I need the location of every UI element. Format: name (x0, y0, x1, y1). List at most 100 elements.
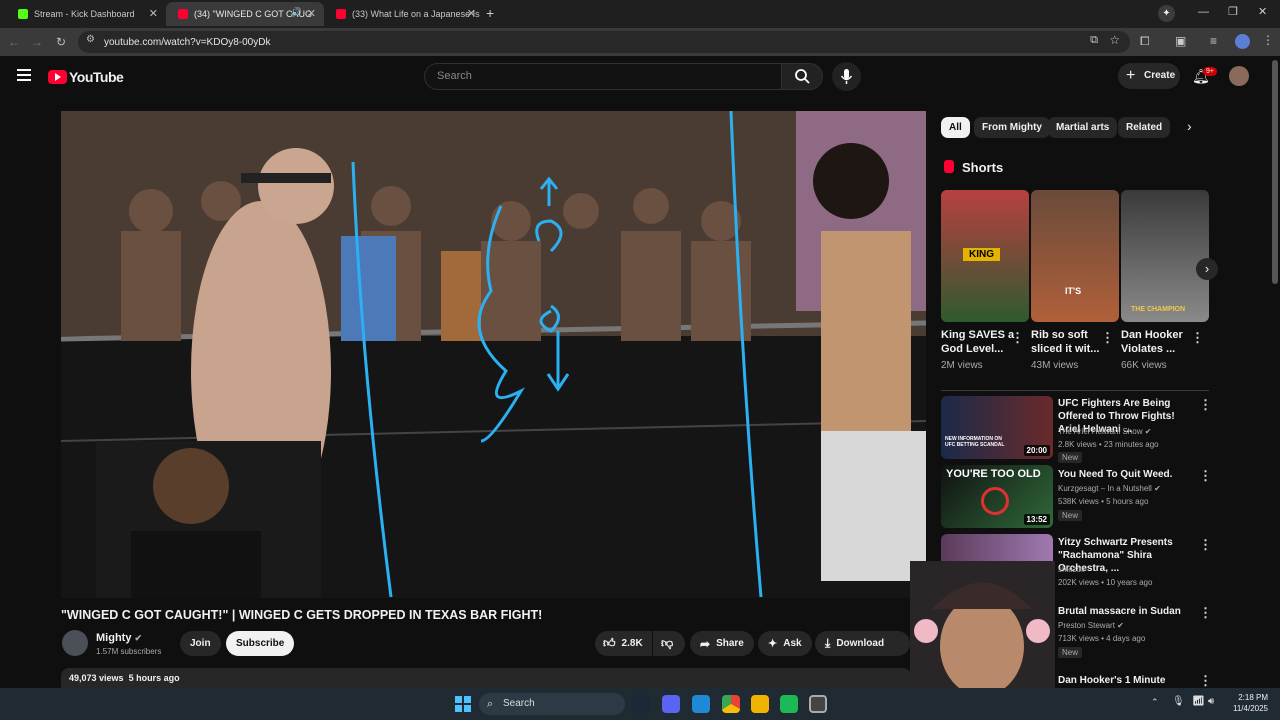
share-icon: ➦ (700, 636, 711, 651)
install-icon[interactable]: ⧉ (1090, 34, 1098, 47)
new-badge: New (1058, 647, 1083, 658)
thumbnail-text: YOU'RE TOO OLD (946, 468, 1041, 480)
subscribe-button[interactable]: Subscribe (226, 631, 295, 656)
restore-icon[interactable]: ❐ (1228, 5, 1238, 18)
thumbs-down-icon: 👎︎ (661, 636, 674, 650)
youtube-page: YouTube Search + Create 🔔︎ 9+ "WINGED C … (0, 56, 1280, 699)
search-icon: ⌕ (487, 698, 494, 710)
chip-related[interactable]: Related (1118, 117, 1171, 138)
chip-from-mighty[interactable]: From Mighty (974, 117, 1050, 138)
back-icon[interactable]: ← (5, 33, 23, 51)
video-thumbnail[interactable]: NEW INFORMATION ON UFC BETTING SCANDAL 2… (941, 396, 1053, 459)
video-frame (61, 111, 926, 598)
video-thumbnail[interactable]: YOU'RE TOO OLD 13:52 (941, 465, 1053, 528)
media-icon[interactable]: ▣ (1175, 34, 1186, 48)
verified-icon: ✔ (1144, 427, 1152, 436)
audio-playing-icon[interactable]: 🔊 (291, 7, 302, 18)
channel-name[interactable]: Kurzgesagt – In a Nutshell ✔ (1058, 484, 1161, 493)
more-options-icon[interactable]: ⋮ (1199, 605, 1212, 621)
video-title-link[interactable]: You Need To Quit Weed. (1058, 468, 1198, 481)
hamburger-icon[interactable] (17, 69, 31, 81)
chip-all[interactable]: All (941, 117, 970, 138)
short-title[interactable]: Dan Hooker Violates ... (1121, 328, 1196, 356)
file-explorer-icon[interactable] (751, 695, 769, 713)
site-info-icon[interactable]: ⚙ (86, 34, 95, 45)
kick-favicon-icon (18, 9, 28, 19)
channel-name[interactable]: Mighty ✔ (96, 632, 142, 644)
chrome-icon[interactable] (722, 695, 740, 713)
like-button[interactable]: 👍︎ 2.8K (595, 631, 652, 656)
description-box[interactable]: 49,073 views 5 hours ago (61, 668, 911, 688)
short-thumbnail[interactable]: IT'S (1031, 190, 1119, 322)
short-title[interactable]: King SAVES a God Level... (941, 328, 1016, 356)
short-thumbnail[interactable]: THE CHAMPION (1121, 190, 1209, 322)
mic-icon[interactable]: 🎙︎ (1172, 696, 1185, 707)
download-button[interactable]: ⤓ Download (815, 631, 910, 656)
minimize-icon[interactable]: — (1198, 6, 1209, 18)
close-tab-icon[interactable]: ✕ (307, 7, 316, 20)
sparkle-icon: ✦ (768, 638, 778, 650)
short-thumbnail[interactable]: KING (941, 190, 1029, 322)
join-button[interactable]: Join (180, 631, 221, 656)
channel-name-text: Preston Stewart (1058, 621, 1115, 630)
extensions-icon[interactable]: ⧠ (1140, 34, 1150, 49)
new-tab-icon[interactable]: + (486, 5, 494, 21)
more-options-icon[interactable]: ⋮ (1199, 397, 1212, 413)
chevron-up-icon[interactable]: ⌃ (1151, 697, 1159, 708)
tab-kick-dashboard[interactable]: Stream - Kick Dashboard ✕ (6, 2, 166, 26)
more-options-icon[interactable]: ⋮ (1101, 330, 1114, 346)
volume-icon[interactable]: 🔊︎ (1208, 696, 1214, 707)
tab-title: (33) What Life on a Japanese Is (352, 9, 480, 19)
more-options-icon[interactable]: ⋮ (1191, 330, 1204, 346)
short-views: 66K views (1121, 360, 1167, 371)
video-meta: 2.8K views • 23 minutes ago (1058, 440, 1159, 449)
profile-avatar[interactable] (1235, 34, 1250, 49)
tab-search-icon[interactable]: ≡ (1210, 34, 1217, 48)
browser-menu-icon[interactable]: ⋮ (1262, 33, 1274, 47)
close-tab-icon[interactable]: ✕ (467, 7, 476, 20)
app-icon[interactable] (809, 695, 827, 713)
steam-icon[interactable] (632, 695, 650, 713)
more-options-icon[interactable]: ⋮ (1011, 330, 1024, 346)
channel-name[interactable]: The Ariel Helwani Show ✔ (1058, 427, 1151, 436)
wifi-icon[interactable]: 📶︎ (1192, 696, 1205, 707)
sparkle-icon[interactable]: ✦ (1158, 5, 1175, 22)
voice-search-button[interactable] (832, 62, 861, 91)
avatar[interactable] (1229, 66, 1249, 86)
spotify-icon[interactable] (780, 695, 798, 713)
url-field[interactable]: ⚙ youtube.com/watch?v=KDOy8-00yDk ⧉ ☆ (78, 31, 1130, 53)
short-views: 43M views (1031, 360, 1079, 371)
close-tab-icon[interactable]: ✕ (149, 7, 158, 20)
reload-icon[interactable]: ↻ (52, 33, 70, 51)
short-title[interactable]: Rib so soft sliced it wit... (1031, 328, 1106, 356)
channel-avatar[interactable] (62, 630, 88, 656)
tab-winged-c-video[interactable]: (34) "WINGED C GOT CAUG 🔊 ✕ (166, 2, 324, 26)
more-options-icon[interactable]: ⋮ (1199, 468, 1212, 484)
dislike-button[interactable]: 👎︎ (653, 631, 685, 656)
forward-icon[interactable]: → (28, 33, 46, 51)
chip-martial-arts[interactable]: Martial arts (1048, 117, 1118, 138)
create-button[interactable]: + Create (1118, 63, 1180, 89)
video-player[interactable] (61, 111, 926, 598)
tab-japanese-island-video[interactable]: (33) What Life on a Japanese Is ✕ (324, 2, 484, 26)
search-button[interactable] (781, 63, 823, 90)
video-title-link[interactable]: Brutal massacre in Sudan (1058, 605, 1198, 618)
close-window-icon[interactable]: ✕ (1258, 5, 1267, 18)
bookmark-star-icon[interactable]: ☆ (1109, 33, 1120, 47)
page-scrollbar[interactable] (1272, 60, 1278, 284)
discord-icon[interactable] (662, 695, 680, 713)
channel-name[interactable]: Preston Stewart ✔ (1058, 621, 1124, 630)
ask-button[interactable]: ✦ Ask (758, 631, 812, 656)
shorts-next-button[interactable]: › (1196, 258, 1218, 280)
search-input[interactable]: Search (424, 63, 782, 90)
taskbar-search[interactable]: ⌕ Search (479, 693, 625, 715)
channel-name[interactable]: shiezoli (1058, 565, 1085, 574)
chevron-right-icon[interactable]: › (1187, 118, 1192, 134)
share-button[interactable]: ➦ Share (690, 631, 754, 656)
edge-icon[interactable] (692, 695, 710, 713)
youtube-logo[interactable]: YouTube (48, 69, 124, 85)
windows-start-icon[interactable] (454, 695, 472, 713)
clock[interactable]: 2:18 PM 11/4/2025 (1224, 692, 1268, 714)
more-options-icon[interactable]: ⋮ (1199, 673, 1212, 689)
more-options-icon[interactable]: ⋮ (1199, 537, 1212, 553)
